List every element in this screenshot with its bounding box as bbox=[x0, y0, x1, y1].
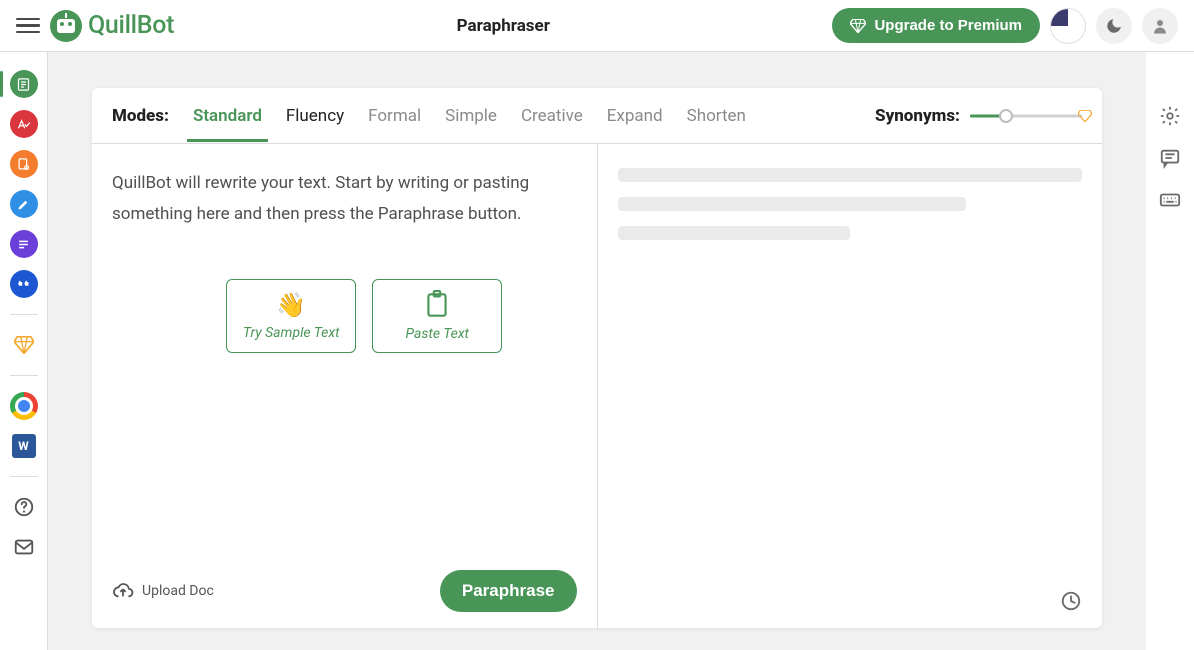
gear-icon bbox=[1159, 105, 1181, 127]
help-icon bbox=[13, 496, 35, 518]
page-search-icon bbox=[16, 157, 31, 172]
language-flag-button[interactable] bbox=[1050, 8, 1086, 44]
main-area: Modes: Standard Fluency Formal Simple Cr… bbox=[48, 52, 1146, 650]
input-footer: Upload Doc Paraphrase bbox=[112, 562, 577, 612]
brand-logo[interactable]: QuillBot bbox=[50, 10, 174, 42]
try-sample-label: Try Sample Text bbox=[243, 325, 340, 341]
mode-tab-standard[interactable]: Standard bbox=[193, 90, 262, 141]
sidebar-word-extension[interactable]: W bbox=[10, 432, 38, 460]
input-action-row: 👋 Try Sample Text Paste Text bbox=[226, 279, 502, 353]
upload-doc-button[interactable]: Upload Doc bbox=[112, 582, 214, 600]
app-header: QuillBot Paraphraser Upgrade to Premium bbox=[0, 0, 1194, 52]
sidebar-paraphraser[interactable] bbox=[10, 70, 38, 98]
mode-tab-formal[interactable]: Formal bbox=[368, 90, 421, 141]
upgrade-button-label: Upgrade to Premium bbox=[874, 17, 1022, 34]
sidebar-summarizer[interactable] bbox=[10, 230, 38, 258]
sidebar-plagiarism-checker[interactable] bbox=[10, 150, 38, 178]
mode-tab-shorten[interactable]: Shorten bbox=[687, 90, 746, 141]
sidebar-citation-generator[interactable] bbox=[10, 270, 38, 298]
feedback-button[interactable] bbox=[1158, 146, 1182, 170]
lines-icon bbox=[16, 237, 31, 252]
quote-icon bbox=[16, 277, 31, 292]
upload-doc-label: Upload Doc bbox=[142, 583, 214, 599]
paste-text-button[interactable]: Paste Text bbox=[372, 279, 502, 353]
input-placeholder-text[interactable]: QuillBot will rewrite your text. Start b… bbox=[112, 168, 577, 231]
sidebar-premium[interactable] bbox=[10, 331, 38, 359]
mode-tab-creative[interactable]: Creative bbox=[521, 90, 583, 141]
cloud-upload-icon bbox=[112, 582, 134, 600]
mail-icon bbox=[13, 536, 35, 558]
input-pane: QuillBot will rewrite your text. Start b… bbox=[92, 144, 598, 628]
paraphrase-button-label: Paraphrase bbox=[462, 581, 555, 600]
clipboard-icon bbox=[424, 290, 450, 320]
moon-icon bbox=[1105, 17, 1123, 35]
premium-diamond-icon bbox=[850, 19, 866, 33]
diamond-icon bbox=[14, 336, 34, 354]
synonyms-control: Synonyms: bbox=[875, 106, 1082, 126]
paste-text-label: Paste Text bbox=[406, 326, 470, 342]
document-icon bbox=[16, 77, 31, 92]
feedback-icon bbox=[1159, 147, 1181, 169]
word-icon: W bbox=[12, 434, 36, 458]
modes-bar: Modes: Standard Fluency Formal Simple Cr… bbox=[92, 88, 1102, 144]
history-button[interactable] bbox=[1060, 590, 1082, 612]
output-skeleton-line bbox=[618, 168, 1083, 182]
sidebar-chrome-extension[interactable] bbox=[10, 392, 38, 420]
modes-label: Modes: bbox=[112, 106, 169, 126]
panes: QuillBot will rewrite your text. Start b… bbox=[92, 144, 1102, 628]
brand-text: QuillBot bbox=[88, 11, 174, 40]
sidebar-contact[interactable] bbox=[10, 533, 38, 561]
brand-icon bbox=[50, 10, 82, 42]
try-sample-button[interactable]: 👋 Try Sample Text bbox=[226, 279, 356, 353]
keyboard-icon bbox=[1159, 189, 1181, 211]
upgrade-button[interactable]: Upgrade to Premium bbox=[832, 8, 1040, 43]
account-button[interactable] bbox=[1142, 8, 1178, 44]
mode-tab-fluency[interactable]: Fluency bbox=[286, 90, 344, 141]
synonyms-label: Synonyms: bbox=[875, 106, 960, 126]
wave-icon: 👋 bbox=[276, 291, 306, 319]
chrome-icon bbox=[10, 392, 38, 420]
check-a-icon bbox=[16, 117, 31, 132]
utility-sidebar bbox=[1146, 52, 1194, 650]
settings-button[interactable] bbox=[1158, 104, 1182, 128]
user-icon bbox=[1151, 17, 1169, 35]
pen-icon bbox=[16, 197, 31, 212]
sidebar-divider bbox=[10, 375, 38, 376]
output-footer bbox=[618, 582, 1083, 612]
sidebar-co-writer[interactable] bbox=[10, 190, 38, 218]
menu-button[interactable] bbox=[16, 14, 40, 38]
paraphraser-card: Modes: Standard Fluency Formal Simple Cr… bbox=[92, 88, 1102, 628]
output-skeleton-line bbox=[618, 226, 850, 240]
mode-tab-expand[interactable]: Expand bbox=[607, 90, 663, 141]
tool-sidebar: W bbox=[0, 52, 48, 650]
dark-mode-toggle[interactable] bbox=[1096, 8, 1132, 44]
output-skeleton-line bbox=[618, 197, 966, 211]
output-pane bbox=[598, 144, 1103, 628]
paraphrase-button[interactable]: Paraphrase bbox=[440, 570, 577, 612]
premium-diamond-icon bbox=[1078, 110, 1092, 122]
clock-icon bbox=[1060, 590, 1082, 612]
hotkeys-button[interactable] bbox=[1158, 188, 1182, 212]
mode-tab-simple[interactable]: Simple bbox=[445, 90, 497, 141]
sidebar-divider bbox=[10, 314, 38, 315]
sidebar-help[interactable] bbox=[10, 493, 38, 521]
page-title: Paraphraser bbox=[184, 16, 822, 36]
synonyms-slider[interactable] bbox=[970, 110, 1082, 122]
sidebar-divider bbox=[10, 476, 38, 477]
sidebar-grammar-checker[interactable] bbox=[10, 110, 38, 138]
